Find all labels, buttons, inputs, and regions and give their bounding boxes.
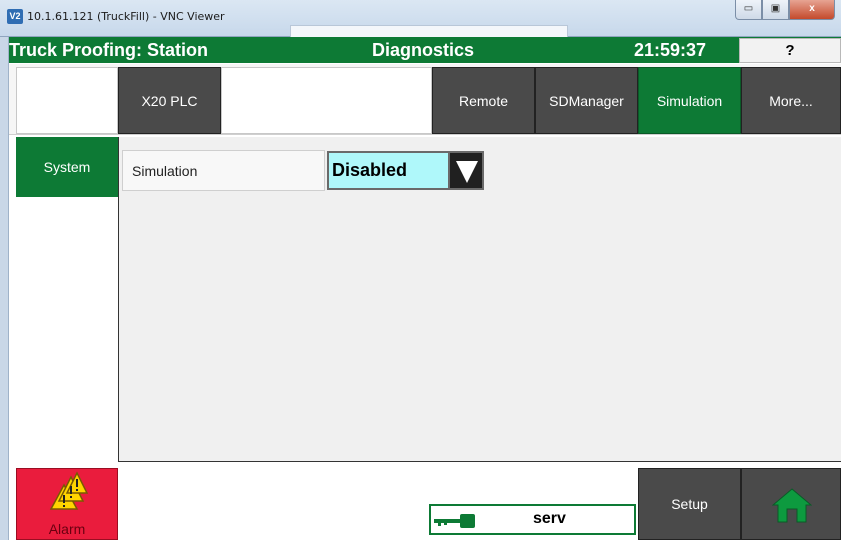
home-button[interactable] (741, 468, 841, 540)
vnc-toolbar-strip (290, 25, 568, 37)
section-title: Diagnostics (372, 40, 475, 60)
app-header: Truck Proofing: Station Diagnostics 21:5… (9, 37, 841, 63)
warning-triangles-icon (49, 471, 89, 510)
tab-placeholder (16, 67, 118, 134)
clock: 21:59:37 (634, 40, 707, 60)
tab-simulation[interactable]: Simulation (638, 67, 741, 134)
tab-x20-plc[interactable]: X20 PLC (118, 67, 221, 134)
window-title: 10.1.61.121 (TruckFill) - VNC Viewer (27, 10, 225, 23)
tab-sdmanager[interactable]: SDManager (535, 67, 638, 134)
sidebar-item-system[interactable]: System (16, 137, 118, 197)
tab-more[interactable]: More... (741, 67, 841, 134)
vnc-app-icon: V2 (7, 9, 23, 24)
key-icon (434, 514, 475, 528)
dropdown-toggle-button[interactable] (448, 151, 484, 190)
simulation-field-label: Simulation (122, 150, 325, 191)
tab-placeholder (221, 67, 432, 134)
help-button[interactable]: ? (739, 38, 841, 63)
setup-button[interactable]: Setup (638, 468, 741, 540)
window-left-border (0, 37, 9, 540)
window-controls: ▭ ▣ x (735, 0, 835, 20)
station-title: Truck Proofing: Station (9, 40, 209, 60)
close-button[interactable]: x (789, 0, 835, 20)
alarm-button[interactable]: Alarm (16, 468, 118, 540)
dropdown-value: Disabled (332, 160, 408, 180)
alarm-label: Alarm (48, 521, 86, 537)
home-icon (772, 488, 812, 523)
tab-remote[interactable]: Remote (432, 67, 535, 134)
window-titlebar: V2 10.1.61.121 (TruckFill) - VNC Viewer … (0, 0, 841, 37)
simulation-dropdown[interactable]: Disabled (327, 151, 484, 190)
minimize-button[interactable]: ▭ (735, 0, 762, 20)
triangle-down-icon (456, 161, 478, 183)
user-status-box: serv (429, 504, 636, 535)
user-level-text: serv (533, 510, 566, 527)
maximize-button[interactable]: ▣ (762, 0, 789, 20)
